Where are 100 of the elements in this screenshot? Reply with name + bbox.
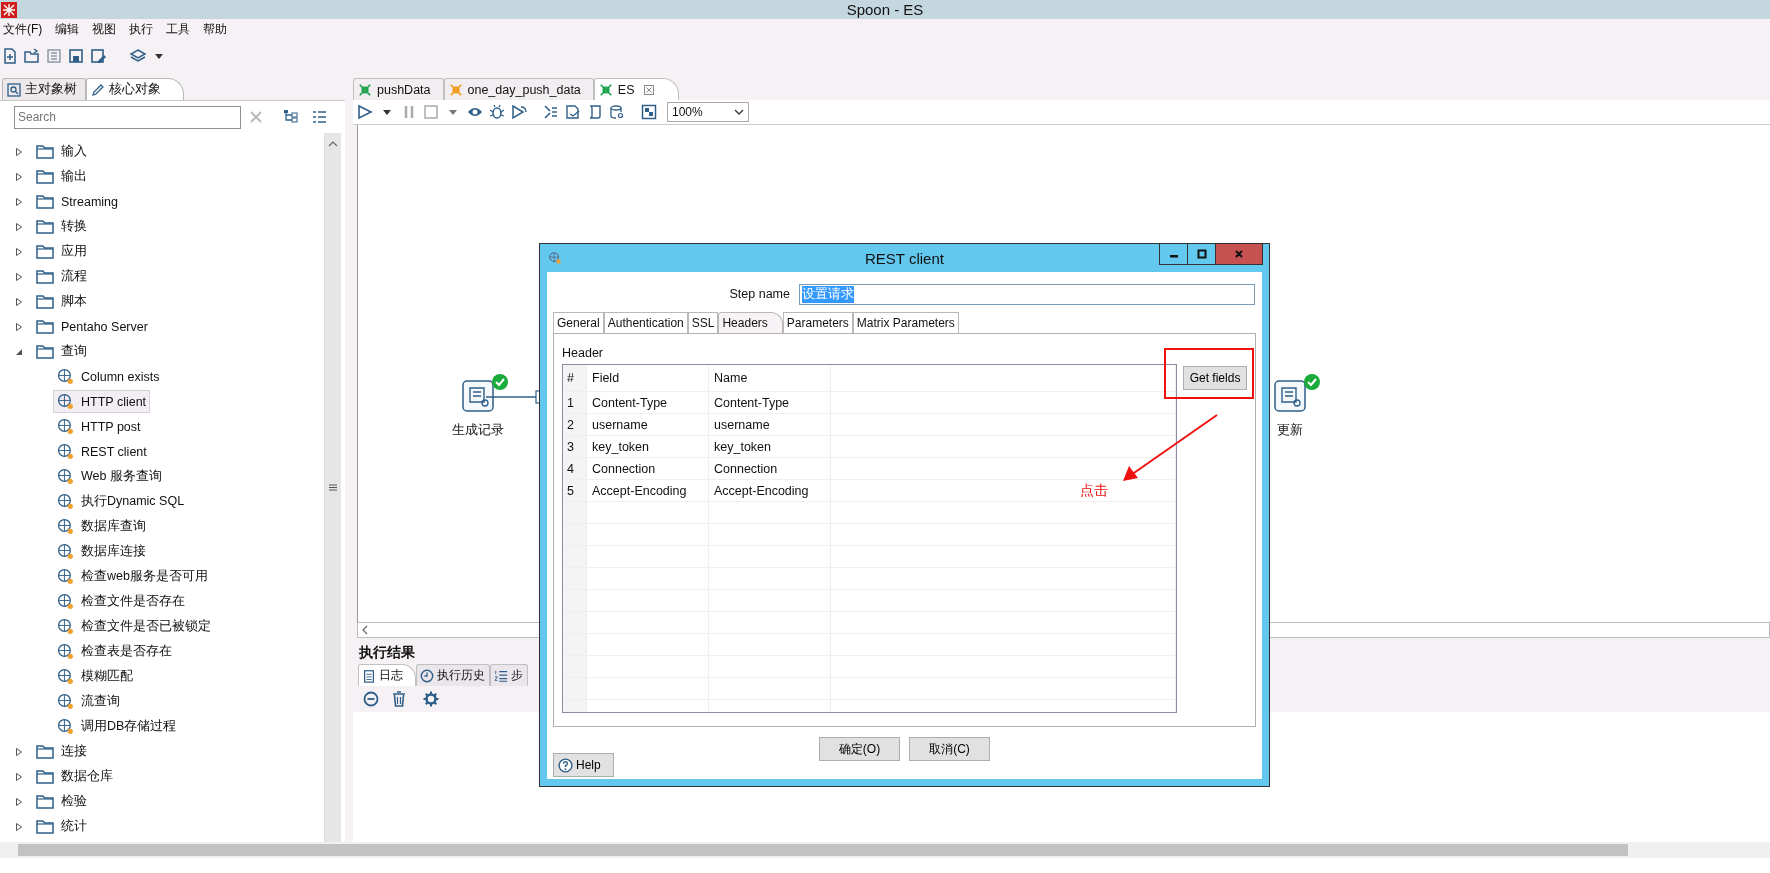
expand-arrow-icon[interactable] [14, 221, 24, 232]
table-cell[interactable]: Connection [587, 458, 709, 479]
caret-icon[interactable] [383, 109, 391, 115]
tree-item[interactable]: 检查表是否存在 [53, 640, 176, 663]
editor-tab[interactable]: one_day_push_data [443, 78, 594, 100]
bug-icon[interactable] [489, 104, 505, 120]
tree-item[interactable]: 应用 [32, 240, 91, 263]
editor-tab[interactable]: pushData [353, 78, 444, 100]
tree-item[interactable]: 流查询 [53, 690, 124, 713]
dialog-tab[interactable]: Headers [718, 312, 783, 333]
tree-view-icon[interactable] [283, 109, 299, 125]
save-icon[interactable] [67, 47, 85, 65]
dialog-tab[interactable]: Authentication [603, 312, 688, 333]
tree-item[interactable]: 脚本 [32, 290, 91, 313]
tree-item[interactable]: HTTP client [53, 390, 151, 413]
help-button[interactable]: Help [553, 753, 614, 777]
table-cell[interactable]: Accept-Encoding [709, 480, 831, 501]
tree-item[interactable]: HTTP post [53, 415, 145, 438]
settings-icon[interactable] [423, 691, 439, 707]
database-search-icon[interactable] [609, 104, 625, 120]
ok-button[interactable]: 确定(O) [819, 737, 900, 761]
results-tab[interactable]: 日志 [358, 664, 416, 686]
get-fields-button[interactable]: Get fields [1183, 366, 1247, 390]
tree-item[interactable]: 检查web服务是否可用 [53, 565, 212, 588]
column-header[interactable]: Name [709, 365, 831, 391]
grip-icon[interactable] [329, 484, 337, 491]
script-icon[interactable] [587, 104, 603, 120]
tree-item[interactable]: 连接 [32, 740, 91, 763]
panel-tab[interactable]: 主对象树 [2, 78, 86, 100]
expand-arrow-icon[interactable] [14, 246, 24, 257]
close-icon[interactable] [643, 84, 654, 95]
table-cell[interactable]: key_token [587, 436, 709, 457]
expand-arrow-icon[interactable] [14, 746, 24, 757]
scrollbar[interactable] [324, 133, 341, 842]
layers-icon[interactable] [129, 47, 147, 65]
new-file-icon[interactable] [1, 47, 19, 65]
zoom-dropdown[interactable]: 100% [667, 102, 749, 122]
tree-item[interactable]: 输出 [32, 165, 91, 188]
replay-icon[interactable] [511, 104, 527, 120]
tree-item[interactable]: 数据仓库 [32, 765, 117, 788]
tree-item[interactable]: 数据库连接 [53, 540, 150, 563]
table-cell[interactable]: Content-Type [709, 392, 831, 413]
tree-item[interactable]: 检验 [32, 790, 91, 813]
dialog-tab[interactable]: Matrix Parameters [852, 312, 959, 333]
save-as-icon[interactable] [89, 47, 107, 65]
scroll-thumb[interactable] [18, 844, 1628, 856]
column-header[interactable]: Field [587, 365, 709, 391]
expand-arrow-icon[interactable] [14, 171, 24, 182]
editor-tab[interactable]: ES [593, 78, 679, 100]
scroll-up-icon[interactable] [328, 141, 338, 147]
maximize-button[interactable] [1188, 244, 1216, 265]
expand-arrow-icon[interactable] [14, 321, 24, 332]
minimize-button[interactable] [1159, 244, 1188, 265]
panel-tab[interactable]: 核心对象 [86, 78, 184, 100]
tree-item[interactable]: Column exists [53, 365, 164, 388]
menu-item[interactable]: 工具 [166, 21, 191, 38]
tree-item[interactable]: 数据库查询 [53, 515, 150, 538]
tree-item[interactable]: Web 服务查询 [53, 465, 166, 488]
list-view-icon[interactable] [311, 109, 327, 125]
table-cell[interactable]: Content-Type [587, 392, 709, 413]
menu-item[interactable]: 文件(F) [3, 21, 43, 38]
dialog-tab[interactable]: Parameters [782, 312, 853, 333]
table-cell[interactable]: username [709, 414, 831, 435]
grid-icon[interactable] [641, 104, 657, 120]
table-cell[interactable]: username [587, 414, 709, 435]
tree-item[interactable]: 转换 [32, 215, 91, 238]
dialog-tab[interactable]: General [553, 312, 604, 333]
tree-item[interactable]: REST client [53, 440, 151, 463]
expand-arrow-icon[interactable] [14, 146, 24, 157]
step-node-icon[interactable] [1274, 380, 1306, 412]
tree-item[interactable]: 模糊匹配 [53, 665, 137, 688]
tree-item[interactable]: 输入 [32, 140, 91, 163]
expand-arrow-icon[interactable] [14, 196, 24, 207]
column-header[interactable]: # [563, 365, 587, 391]
play-icon[interactable] [357, 104, 373, 120]
scroll-left-icon[interactable] [362, 625, 368, 635]
table-cell[interactable]: Connection [709, 458, 831, 479]
tree-item[interactable]: 检查文件是否已被锁定 [53, 615, 215, 638]
tree-item[interactable]: 调用DB存储过程 [53, 715, 181, 738]
cancel-button[interactable]: 取消(C) [909, 737, 990, 761]
tree-item[interactable]: 查询 [32, 340, 91, 363]
results-tab[interactable]: 执行历史 [416, 664, 490, 686]
expand-arrow-icon[interactable] [14, 821, 24, 832]
results-tab[interactable]: 步 [490, 664, 528, 686]
close-button[interactable] [1216, 244, 1263, 265]
expand-arrow-icon[interactable] [14, 296, 24, 307]
menu-item[interactable]: 帮助 [203, 21, 228, 38]
expand-arrow-icon[interactable] [14, 771, 24, 782]
trash-icon[interactable] [391, 691, 407, 707]
dialog-tab[interactable]: SSL [687, 312, 719, 333]
search-field[interactable]: Search [14, 105, 241, 129]
step-node-icon[interactable] [462, 380, 494, 412]
tree-item[interactable]: 流程 [32, 265, 91, 288]
menu-item[interactable]: 执行 [129, 21, 154, 38]
open-folder-icon[interactable] [23, 47, 41, 65]
scrollbar[interactable] [0, 842, 1770, 858]
tree-item[interactable]: Streaming [32, 191, 122, 212]
tree-item[interactable]: 统计 [32, 815, 91, 838]
caret-icon[interactable] [155, 53, 163, 59]
table-cell[interactable]: key_token [709, 436, 831, 457]
